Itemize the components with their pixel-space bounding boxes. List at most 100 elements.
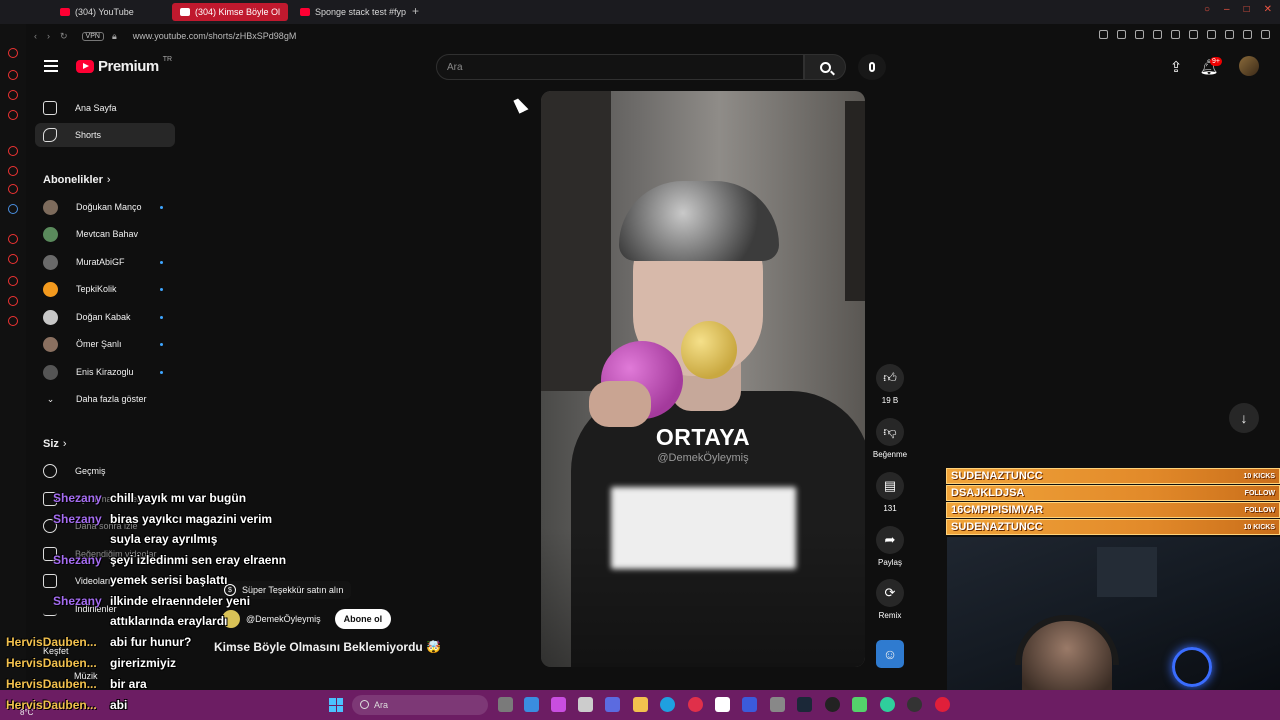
discord-icon[interactable] (8, 184, 18, 194)
chat-message: biras yayıkcı magazini verim (110, 512, 273, 526)
kick-icon[interactable] (852, 697, 867, 712)
vpn-badge[interactable]: VPN (81, 31, 104, 41)
app-icon[interactable] (770, 697, 785, 712)
next-short-button[interactable]: ↓ (1229, 403, 1259, 433)
channel-avatar (43, 336, 58, 352)
subscribe-button[interactable]: Abone ol (334, 609, 392, 629)
remix-label: Remix (878, 611, 902, 620)
tab-short-active[interactable]: (304) Kimse Böyle Ol (172, 3, 288, 21)
minimize-icon[interactable]: – (1224, 4, 1230, 15)
settings-icon[interactable] (8, 276, 18, 286)
new-content-dot (160, 315, 163, 319)
snipping-icon[interactable] (605, 697, 620, 712)
sidebar-sub-item[interactable]: Doğan Kabak (43, 307, 173, 327)
forward-icon[interactable]: › (47, 31, 50, 42)
show-more-button[interactable]: ⌄ Daha fazla göster (43, 389, 173, 409)
bookmark-icon[interactable] (8, 254, 18, 264)
messenger-icon[interactable] (8, 70, 18, 80)
youtube-play-icon (76, 60, 94, 73)
menu-icon[interactable] (1261, 30, 1270, 39)
new-tab-button[interactable]: + (412, 4, 419, 18)
extension-icon[interactable] (8, 204, 18, 214)
upload-icon[interactable]: ⇪ (1164, 56, 1188, 78)
history-icon[interactable] (8, 146, 18, 156)
sidebar-sub-item[interactable]: Enis Kirazoglu (43, 362, 173, 382)
close-icon[interactable]: ✕ (1264, 4, 1272, 15)
shorts-video-player[interactable]: ORTAYA @DemekÖyleymiş (541, 91, 865, 667)
subscriptions-heading[interactable]: Abonelikler › (43, 174, 111, 186)
taskbar-search[interactable]: Ara (352, 695, 488, 715)
dislike-button[interactable]: 👎︎ Beğenme (868, 418, 912, 459)
voice-search-button[interactable] (858, 54, 886, 80)
cube-icon[interactable] (1207, 30, 1216, 39)
video-frame-detail (845, 101, 865, 301)
task-view-icon[interactable] (498, 697, 513, 712)
heart-icon[interactable] (1171, 30, 1180, 39)
thumbs-down-icon: 👎︎ (876, 418, 904, 446)
speaker-icon[interactable] (1189, 30, 1198, 39)
screenshot-icon[interactable] (1135, 30, 1144, 39)
avatar[interactable] (1239, 56, 1259, 76)
channel-name[interactable]: @DemekÖyleymiş (246, 614, 321, 624)
youtube-favicon-icon (300, 8, 310, 16)
music-icon[interactable] (8, 110, 18, 120)
sidebar-sub-item[interactable]: MuratAbiGF (43, 252, 173, 272)
tab-youtube[interactable]: (304) YouTube (52, 3, 170, 21)
sidebar-sub-item[interactable]: Ömer Şanlı (43, 334, 173, 354)
app-icon[interactable] (880, 697, 895, 712)
instagram-icon[interactable] (8, 90, 18, 100)
search-input[interactable]: Ara (436, 54, 804, 80)
whatsapp-icon[interactable] (8, 166, 18, 176)
sidebar-item-home[interactable]: Ana Sayfa (35, 96, 175, 120)
folder-icon[interactable] (633, 697, 648, 712)
remix-button[interactable]: ⟳ Remix (868, 579, 912, 620)
copilot-icon[interactable] (551, 697, 566, 712)
pin-icon[interactable] (1117, 30, 1126, 39)
widgets-icon[interactable] (524, 697, 539, 712)
url-text[interactable]: www.youtube.com/shorts/zHBxSPd98gM (133, 31, 297, 41)
back-icon[interactable]: ‹ (34, 31, 37, 42)
sidebar-item-shorts[interactable]: Shorts (35, 123, 175, 147)
youtube-logo[interactable]: Premium TR (76, 56, 172, 75)
sidebar-sub-item[interactable]: TepkiKolik (43, 279, 173, 299)
chat-message: chill yayık mı var bugün (110, 491, 247, 505)
search-button[interactable] (804, 54, 846, 80)
zoom-icon[interactable] (1099, 30, 1108, 39)
you-heading[interactable]: Siz › (43, 438, 67, 450)
app-icon[interactable] (742, 697, 757, 712)
app-icon[interactable] (907, 697, 922, 712)
steam-icon[interactable] (797, 697, 812, 712)
clock-icon[interactable] (8, 234, 18, 244)
sidebar-item-history[interactable]: Geçmiş (43, 461, 173, 481)
pin-icon[interactable] (8, 296, 18, 306)
edge-icon[interactable] (660, 697, 675, 712)
shield-icon[interactable] (1153, 30, 1162, 39)
store-icon[interactable] (578, 697, 593, 712)
share-button[interactable]: ➦ Paylaş (868, 526, 912, 567)
opera-icon[interactable] (8, 48, 18, 58)
like-button[interactable]: 👍︎ 19 B (868, 364, 912, 405)
gear-icon[interactable] (8, 316, 18, 326)
chat-message: suyla eray ayrılmış (110, 532, 218, 546)
sidebar-sub-item[interactable]: Doğukan Manço (43, 197, 173, 217)
sidebar-sub-item[interactable]: Mevtcan Bahav (43, 224, 173, 244)
app-icon[interactable] (935, 697, 950, 712)
chat-username: HervisDauben... (6, 698, 97, 712)
comments-button[interactable]: ▤ 131 (868, 472, 912, 513)
maximize-icon[interactable]: □ (1244, 4, 1250, 15)
short-title[interactable]: Kimse Böyle Olmasını Beklemiyordu 🤯 (214, 640, 441, 654)
reload-icon[interactable]: ↻ (60, 31, 68, 42)
opera-icon[interactable] (688, 697, 703, 712)
video-frame-detail (541, 91, 611, 391)
tab-sponge[interactable]: Sponge stack test #fyp # (292, 3, 408, 21)
sound-thumbnail[interactable]: ☺ (876, 640, 904, 668)
hamburger-menu-icon[interactable] (44, 60, 58, 72)
tab-label: (304) Kimse Böyle Ol (195, 7, 281, 17)
obs-icon[interactable] (825, 697, 840, 712)
dislike-label: Beğenme (872, 450, 908, 459)
notepad-icon[interactable] (715, 697, 730, 712)
windows-start-icon[interactable] (329, 698, 343, 712)
ai-icon[interactable] (1243, 30, 1252, 39)
search-icon[interactable]: ○ (1204, 4, 1210, 15)
download-icon[interactable] (1225, 30, 1234, 39)
